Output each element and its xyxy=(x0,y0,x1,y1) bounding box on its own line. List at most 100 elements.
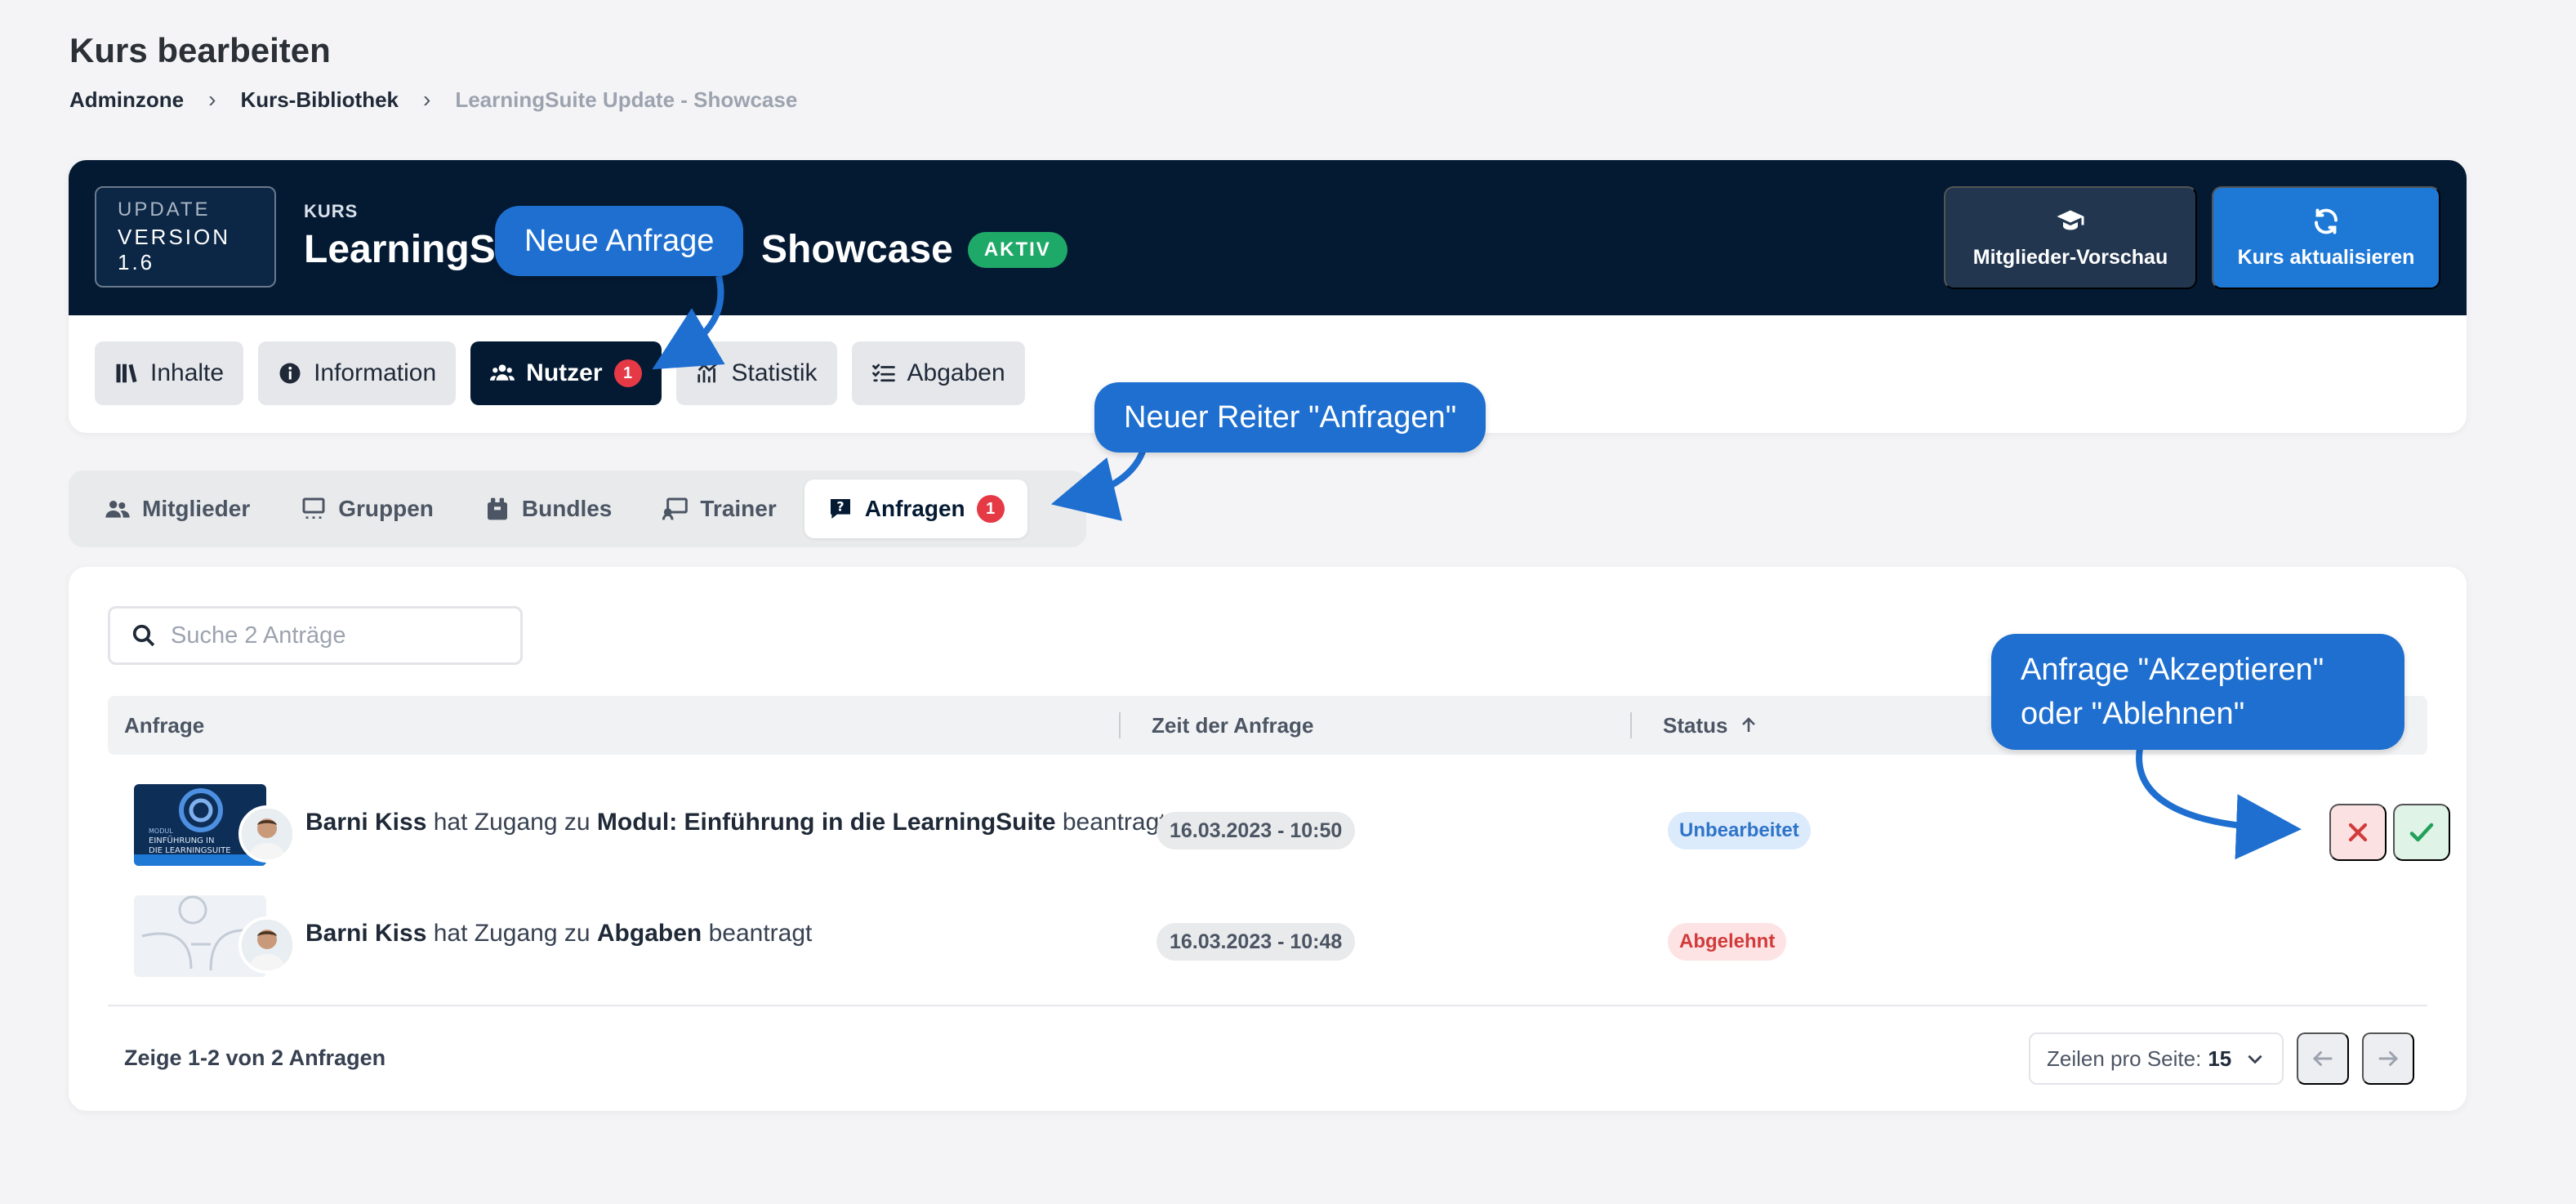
subtab-mitglieder[interactable]: Mitglieder xyxy=(82,479,273,538)
sub-tabs: Mitglieder Gruppen Bundles Trainer ? Anf… xyxy=(69,470,1086,547)
rows-per-page-label: Zeilen pro Seite: xyxy=(2047,1046,2202,1071)
course-title-left: LearningSu xyxy=(304,228,520,271)
update-course-label: Kurs aktualisieren xyxy=(2237,245,2415,269)
check-icon xyxy=(2409,823,2434,842)
chevron-right-icon: › xyxy=(208,87,216,112)
accept-button[interactable] xyxy=(2393,804,2450,861)
tab-information-label: Information xyxy=(314,359,437,386)
users-icon xyxy=(490,364,515,381)
search-input[interactable] xyxy=(171,622,497,649)
breadcrumb: Adminzone › Kurs-Bibliothek › LearningSu… xyxy=(69,87,797,113)
column-header-status[interactable]: Status xyxy=(1663,696,1758,755)
request-user: Barni Kiss xyxy=(305,920,427,947)
request-end: beantragt xyxy=(1062,809,1166,836)
avatar xyxy=(238,805,296,863)
request-mid: hat Zugang zu xyxy=(433,920,591,947)
subtab-anfragen-label: Anfragen xyxy=(864,496,965,521)
request-time: 16.03.2023 - 10:48 xyxy=(1157,923,1356,961)
request-target: Abgaben xyxy=(596,920,702,947)
course-kicker: KURS xyxy=(304,201,359,221)
member-preview-label: Mitglieder-Vorschau xyxy=(1972,245,2168,269)
graduation-cap-icon xyxy=(2057,210,2084,230)
column-divider[interactable] xyxy=(1119,712,1121,738)
rows-per-page-value: 15 xyxy=(2208,1046,2232,1071)
groups-icon xyxy=(302,497,325,519)
course-title-right: Showcase xyxy=(761,228,953,271)
column-header-status-label: Status xyxy=(1663,712,1728,738)
request-end: beantragt xyxy=(708,920,813,947)
members-icon xyxy=(105,501,130,518)
box-icon xyxy=(487,497,507,520)
subtab-trainer-label: Trainer xyxy=(700,496,777,521)
sort-asc-icon xyxy=(1742,717,1756,732)
rows-per-page-select[interactable]: Zeilen pro Seite: 15 xyxy=(2029,1032,2284,1085)
info-icon xyxy=(279,363,301,384)
prev-page-button[interactable] xyxy=(2297,1032,2349,1085)
column-header-anfrage[interactable]: Anfrage xyxy=(124,696,204,755)
chevron-down-icon xyxy=(2248,1055,2262,1064)
request-description: Barni Kiss hat Zugang zu Modul: Einführu… xyxy=(305,809,1237,836)
avatar xyxy=(238,916,296,974)
tab-abgaben-label: Abgaben xyxy=(907,359,1005,386)
question-bubble-icon: ? xyxy=(830,499,850,519)
column-header-time[interactable]: Zeit der Anfrage xyxy=(1152,696,1313,755)
callout-line1: Anfrage "Akzeptieren" xyxy=(2021,653,2324,687)
tab-nutzer[interactable]: Nutzer 1 xyxy=(470,341,662,405)
pagination-count: Zeige 1-2 von 2 Anfragen xyxy=(124,1046,386,1070)
svg-text:?: ? xyxy=(836,499,844,515)
status-badge: Abgelehnt xyxy=(1668,923,1787,961)
tab-nutzer-label: Nutzer xyxy=(526,359,603,386)
update-course-button[interactable]: Kurs aktualisieren xyxy=(2212,186,2440,289)
arrow-new-tab xyxy=(1050,448,1147,521)
subtab-trainer[interactable]: Trainer xyxy=(640,479,799,538)
main-tabs: Inhalte Information Nutzer 1 Statistik A… xyxy=(95,341,1025,405)
search-box xyxy=(108,606,523,665)
request-time: 16.03.2023 - 10:50 xyxy=(1157,812,1356,849)
course-banner: UPDATE VERSION 1.6 KURS LearningSu Showc… xyxy=(69,160,2467,315)
tab-information[interactable]: Information xyxy=(258,341,457,405)
subtab-mitglieder-label: Mitglieder xyxy=(142,496,251,521)
course-thumbnail: UPDATE VERSION 1.6 xyxy=(95,186,276,288)
request-user: Barni Kiss xyxy=(305,809,427,836)
tab-statistik[interactable]: Statistik xyxy=(675,341,837,405)
next-page-button[interactable] xyxy=(2362,1032,2414,1085)
close-icon xyxy=(2348,823,2368,842)
table-row[interactable]: Barni Kiss hat Zugang zu Abgaben beantra… xyxy=(108,895,2427,982)
tab-inhalte-label: Inhalte xyxy=(150,359,225,386)
status-badge: AKTIV xyxy=(967,231,1067,268)
breadcrumb-adminzone[interactable]: Adminzone xyxy=(69,87,184,113)
table-row[interactable]: MODUL EINFÜHRUNG IN DIE LEARNINGSUITE Ba… xyxy=(108,784,2450,871)
notification-badge: 1 xyxy=(976,495,1005,523)
subtab-gruppen[interactable]: Gruppen xyxy=(278,479,457,538)
subtab-bundles[interactable]: Bundles xyxy=(461,479,635,538)
column-divider[interactable] xyxy=(1630,712,1632,738)
request-description: Barni Kiss hat Zugang zu Abgaben beantra… xyxy=(305,920,1237,948)
arrow-left-icon xyxy=(2312,1051,2333,1066)
callout-line2: oder "Ablehnen" xyxy=(2021,697,2245,731)
breadcrumb-kurs-bibliothek[interactable]: Kurs-Bibliothek xyxy=(240,87,399,113)
notification-badge: 1 xyxy=(613,359,642,387)
tab-abgaben[interactable]: Abgaben xyxy=(851,341,1025,405)
chart-icon xyxy=(697,363,717,383)
books-icon xyxy=(116,363,137,383)
thumbnail-line2: VERSION 1.6 xyxy=(118,225,231,274)
tab-inhalte[interactable]: Inhalte xyxy=(95,341,244,405)
subtab-gruppen-label: Gruppen xyxy=(338,496,434,521)
chevron-right-icon: › xyxy=(423,87,431,112)
subtab-bundles-label: Bundles xyxy=(521,496,613,521)
callout-accept-reject: Anfrage "Akzeptieren" oder "Ablehnen" xyxy=(1991,634,2404,750)
callout-new-tab: Neuer Reiter "Anfragen" xyxy=(1094,382,1486,453)
arrow-right-icon xyxy=(2378,1051,2399,1066)
member-preview-button[interactable]: Mitglieder-Vorschau xyxy=(1944,186,2197,289)
search-icon xyxy=(132,624,155,647)
breadcrumb-current: LearningSuite Update - Showcase xyxy=(455,87,798,112)
request-mid: hat Zugang zu xyxy=(433,809,591,836)
thumbnail-line1: UPDATE xyxy=(118,198,211,221)
subtab-anfragen[interactable]: ? Anfragen 1 xyxy=(804,479,1027,538)
reject-button[interactable] xyxy=(2329,804,2387,861)
thumbnail-label: EINFÜHRUNG IN xyxy=(149,835,214,845)
thumbnail-label: MODUL xyxy=(149,827,173,835)
thumbnail-label: DIE LEARNINGSUITE xyxy=(149,846,231,855)
refresh-icon xyxy=(2315,208,2338,234)
request-target: Modul: Einführung in die LearningSuite xyxy=(596,809,1056,836)
